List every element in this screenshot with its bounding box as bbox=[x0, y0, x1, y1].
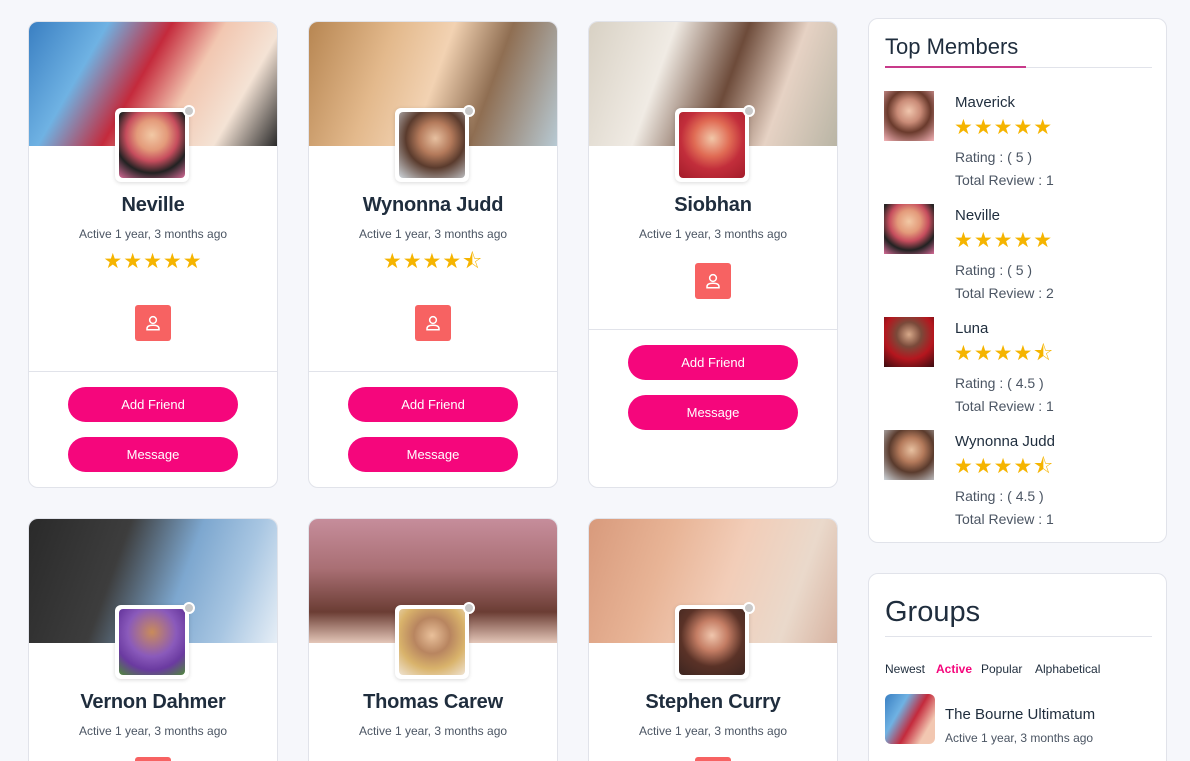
avatar[interactable] bbox=[395, 105, 475, 182]
member-name[interactable]: Wynonna Judd bbox=[955, 433, 1055, 450]
avatar-image bbox=[119, 112, 185, 178]
last-active: Active 1 year, 3 months ago bbox=[78, 724, 228, 738]
user-icon bbox=[426, 315, 440, 331]
divider bbox=[589, 329, 837, 330]
avatar[interactable] bbox=[675, 602, 755, 679]
message-button[interactable]: Message bbox=[68, 437, 238, 472]
avatar-image bbox=[399, 112, 465, 178]
avatar-image bbox=[399, 609, 465, 675]
divider bbox=[29, 371, 277, 372]
review-count: Total Review : 1 bbox=[955, 172, 1054, 188]
member-card: Neville Active 1 year, 3 months ago ★★★★… bbox=[28, 21, 278, 488]
rating-stars: ★★★★★ bbox=[954, 116, 1054, 139]
member-card: Stephen Curry Active 1 year, 3 months ag… bbox=[588, 518, 838, 761]
member-name[interactable]: Thomas Carew bbox=[309, 691, 557, 714]
member-name[interactable]: Luna bbox=[955, 320, 988, 337]
avatar[interactable] bbox=[675, 105, 755, 182]
groups-panel: Groups Newest Active Popular Alphabetica… bbox=[868, 573, 1167, 761]
add-friend-button[interactable]: Add Friend bbox=[628, 345, 798, 380]
rating-stars: ★★★★⯪ bbox=[954, 342, 1055, 365]
rating-text: Rating : ( 5 ) bbox=[955, 149, 1033, 165]
view-profile-button[interactable] bbox=[415, 305, 451, 341]
divider bbox=[309, 371, 557, 372]
status-dot bbox=[743, 602, 755, 614]
divider bbox=[885, 636, 1152, 637]
review-count: Total Review : 2 bbox=[955, 285, 1054, 301]
tab-newest[interactable]: Newest bbox=[885, 662, 925, 676]
top-member-item[interactable]: Neville ★★★★★ Rating : ( 5 ) Total Revie… bbox=[884, 204, 1154, 314]
member-name[interactable]: Neville bbox=[29, 194, 277, 217]
top-members-title: Top Members bbox=[885, 34, 1019, 59]
group-last-active: Active 1 year, 3 months ago bbox=[945, 731, 1094, 745]
tab-popular[interactable]: Popular bbox=[981, 662, 1022, 676]
rating-text: Rating : ( 4.5 ) bbox=[955, 488, 1044, 504]
last-active: Active 1 year, 3 months ago bbox=[638, 724, 788, 738]
member-name[interactable]: Vernon Dahmer bbox=[29, 691, 277, 714]
add-friend-button[interactable]: Add Friend bbox=[68, 387, 238, 422]
avatar[interactable] bbox=[115, 105, 195, 182]
member-thumbnail[interactable] bbox=[884, 91, 934, 141]
rating-stars: ★★★★⯪ bbox=[954, 455, 1055, 478]
status-dot bbox=[743, 105, 755, 117]
tab-active[interactable]: Active bbox=[936, 662, 972, 676]
status-dot bbox=[463, 602, 475, 614]
user-icon bbox=[706, 273, 720, 289]
member-thumbnail[interactable] bbox=[884, 317, 934, 367]
tab-alphabetical[interactable]: Alphabetical bbox=[1035, 662, 1100, 676]
status-dot bbox=[183, 602, 195, 614]
message-button[interactable]: Message bbox=[628, 395, 798, 430]
member-thumbnail[interactable] bbox=[884, 204, 934, 254]
status-dot bbox=[183, 105, 195, 117]
add-friend-button[interactable]: Add Friend bbox=[348, 387, 518, 422]
title-underline bbox=[885, 66, 1026, 68]
member-name[interactable]: Maverick bbox=[955, 94, 1015, 111]
view-profile-button[interactable] bbox=[695, 757, 731, 761]
member-name[interactable]: Neville bbox=[955, 207, 1000, 224]
last-active: Active 1 year, 3 months ago bbox=[358, 227, 508, 241]
view-profile-button[interactable] bbox=[695, 263, 731, 299]
top-member-item[interactable]: Luna ★★★★⯪ Rating : ( 4.5 ) Total Review… bbox=[884, 317, 1154, 427]
avatar[interactable] bbox=[115, 602, 195, 679]
member-name[interactable]: Stephen Curry bbox=[589, 691, 837, 714]
status-dot bbox=[463, 105, 475, 117]
last-active: Active 1 year, 3 months ago bbox=[78, 227, 228, 241]
last-active: Active 1 year, 3 months ago bbox=[638, 227, 788, 241]
view-profile-button[interactable] bbox=[135, 757, 171, 761]
members-page: Neville Active 1 year, 3 months ago ★★★★… bbox=[0, 0, 1190, 761]
group-thumbnail[interactable] bbox=[885, 694, 935, 744]
rating-stars: ★★★★★ bbox=[954, 229, 1054, 252]
user-icon bbox=[146, 315, 160, 331]
avatar-image bbox=[679, 609, 745, 675]
member-card: Thomas Carew Active 1 year, 3 months ago bbox=[308, 518, 558, 761]
avatar-image bbox=[119, 609, 185, 675]
groups-title: Groups bbox=[885, 596, 981, 628]
top-members-panel: Top Members Maverick ★★★★★ Rating : ( 5 … bbox=[868, 18, 1167, 543]
last-active: Active 1 year, 3 months ago bbox=[358, 724, 508, 738]
top-member-item[interactable]: Maverick ★★★★★ Rating : ( 5 ) Total Revi… bbox=[884, 91, 1154, 201]
member-thumbnail[interactable] bbox=[884, 430, 934, 480]
member-name[interactable]: Siobhan bbox=[589, 194, 837, 217]
rating-text: Rating : ( 5 ) bbox=[955, 262, 1033, 278]
rating-stars: ★★★★⯪ bbox=[382, 250, 484, 273]
member-card: Wynonna Judd Active 1 year, 3 months ago… bbox=[308, 21, 558, 488]
message-button[interactable]: Message bbox=[348, 437, 518, 472]
view-profile-button[interactable] bbox=[135, 305, 171, 341]
avatar[interactable] bbox=[395, 602, 475, 679]
group-name[interactable]: The Bourne Ultimatum bbox=[945, 706, 1095, 723]
member-name[interactable]: Wynonna Judd bbox=[309, 194, 557, 217]
avatar-image bbox=[679, 112, 745, 178]
rating-text: Rating : ( 4.5 ) bbox=[955, 375, 1044, 391]
member-card: Siobhan Active 1 year, 3 months ago Add … bbox=[588, 21, 838, 488]
review-count: Total Review : 1 bbox=[955, 398, 1054, 414]
top-member-item[interactable]: Wynonna Judd ★★★★⯪ Rating : ( 4.5 ) Tota… bbox=[884, 430, 1154, 540]
rating-stars: ★★★★★ bbox=[103, 250, 203, 273]
review-count: Total Review : 1 bbox=[955, 511, 1054, 527]
member-card: Vernon Dahmer Active 1 year, 3 months ag… bbox=[28, 518, 278, 761]
